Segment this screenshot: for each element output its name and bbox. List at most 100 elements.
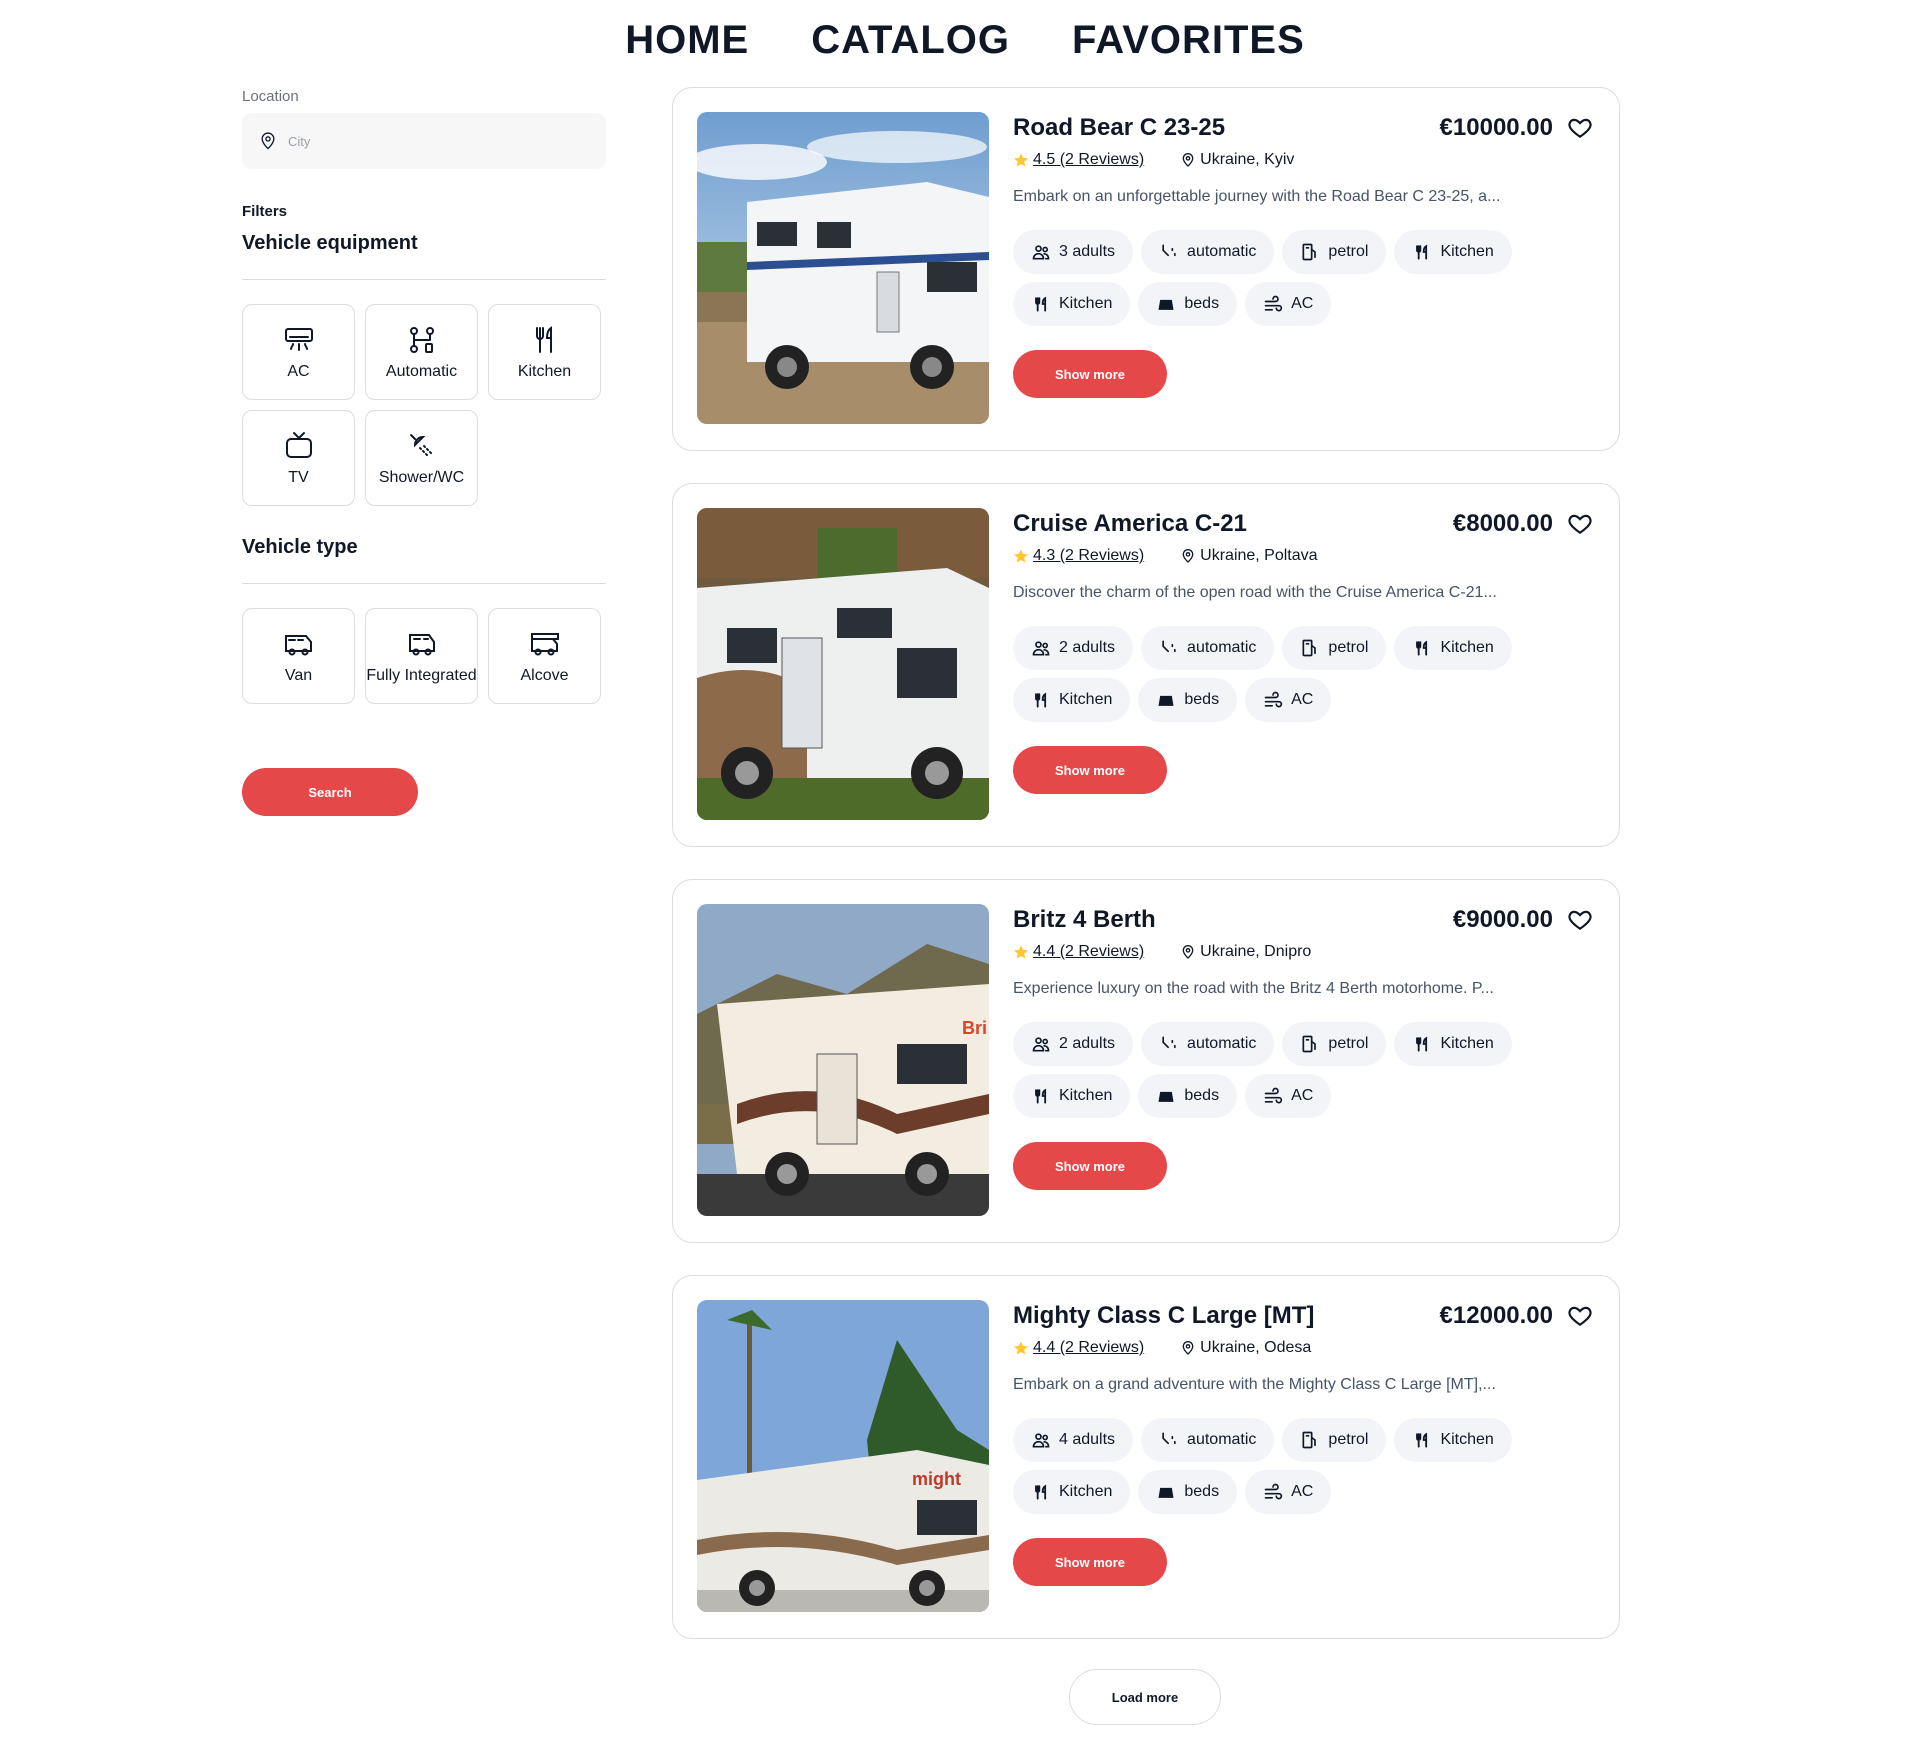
divider xyxy=(242,583,606,584)
kitchen-icon xyxy=(535,325,552,353)
equipment-label: Shower/WC xyxy=(378,468,465,486)
wind-icon xyxy=(1264,1483,1283,1500)
nav-favorites[interactable]: FAVORITES xyxy=(1072,18,1305,63)
heart-icon[interactable] xyxy=(1567,1303,1593,1329)
svg-text:Bri: Bri xyxy=(962,1018,987,1038)
show-more-button[interactable]: Show more xyxy=(1013,1538,1167,1586)
transmission-icon xyxy=(1162,244,1176,257)
chip-label: AC xyxy=(1291,295,1314,312)
chip-label: beds xyxy=(1184,1087,1220,1104)
fuel-icon xyxy=(1302,1035,1317,1053)
fuel-icon xyxy=(1302,243,1317,261)
chip-label: 2 adults xyxy=(1059,1035,1116,1052)
chip-label: automatic xyxy=(1187,639,1257,656)
camper-location: Ukraine, Kyiv xyxy=(1200,151,1295,168)
chip-label: beds xyxy=(1184,295,1220,312)
users-icon xyxy=(1032,1433,1050,1448)
map-pin-icon xyxy=(1182,549,1194,563)
chip-label: Kitchen xyxy=(1059,691,1113,708)
type-alcove[interactable]: Alcove xyxy=(488,608,601,704)
camper-location: Ukraine, Dnipro xyxy=(1200,943,1312,960)
load-more-button[interactable]: Load more xyxy=(1069,1669,1221,1725)
rating-link[interactable]: 4.4 (2 Reviews) xyxy=(1033,943,1144,961)
camper-photo xyxy=(697,508,989,820)
map-pin-icon xyxy=(1182,945,1194,959)
kitchen-icon xyxy=(1416,1432,1428,1448)
chip-kitchen: Kitchen xyxy=(1394,230,1512,274)
ac-icon xyxy=(284,327,313,351)
bed-icon xyxy=(1158,1091,1174,1102)
chip-transmission: automatic xyxy=(1141,1022,1275,1066)
transmission-icon xyxy=(1162,1432,1176,1445)
divider xyxy=(242,279,606,280)
chip-adults: 2 adults xyxy=(1013,1022,1134,1066)
chip-ac: AC xyxy=(1245,1074,1332,1118)
chip-label: Kitchen xyxy=(1059,295,1113,312)
chip-label: automatic xyxy=(1187,1431,1257,1448)
nav-home[interactable]: HOME xyxy=(625,18,749,63)
chip-label: Kitchen xyxy=(1059,1483,1113,1500)
equipment-title: Vehicle equipment xyxy=(242,232,418,254)
chip-label: Kitchen xyxy=(1440,1431,1494,1448)
camper-price: €9000.00 xyxy=(1452,906,1553,933)
camper-location: Ukraine, Poltava xyxy=(1200,547,1318,564)
equipment-automatic[interactable]: Automatic xyxy=(365,304,478,400)
chip-label: automatic xyxy=(1187,243,1257,260)
users-icon xyxy=(1032,1037,1050,1052)
location-input[interactable] xyxy=(288,133,588,149)
chip-engine: petrol xyxy=(1282,1022,1387,1066)
show-more-button[interactable]: Show more xyxy=(1013,350,1167,398)
heart-icon[interactable] xyxy=(1567,907,1593,933)
equipment-grid: AC Automatic Kitchen TV Shower/WC xyxy=(242,304,606,506)
kitchen-icon xyxy=(1035,1088,1047,1104)
heart-icon[interactable] xyxy=(1567,115,1593,141)
rating-link[interactable]: 4.4 (2 Reviews) xyxy=(1033,1339,1144,1357)
chip-engine: petrol xyxy=(1282,230,1387,274)
map-pin-icon xyxy=(1182,1341,1194,1355)
rating-link[interactable]: 4.3 (2 Reviews) xyxy=(1033,547,1144,565)
camper-photo: Bri xyxy=(697,904,989,1216)
map-pin-icon xyxy=(261,132,275,150)
equipment-ac[interactable]: AC xyxy=(242,304,355,400)
camper-photo: might xyxy=(697,1300,989,1612)
kitchen-icon xyxy=(1416,640,1428,656)
chip-beds: beds xyxy=(1138,1470,1238,1514)
bed-icon xyxy=(1158,695,1174,706)
equipment-tv[interactable]: TV xyxy=(242,410,355,506)
type-fully-integrated[interactable]: Fully Integrated xyxy=(365,608,478,704)
rating-link[interactable]: 4.5 (2 Reviews) xyxy=(1033,151,1144,169)
chip-label: beds xyxy=(1184,691,1220,708)
card-body: Cruise America C-21 €8000.00 4.3 (2 Revi… xyxy=(1013,508,1593,822)
kitchen-icon xyxy=(1416,244,1428,260)
filters-sidebar: Location Filters Vehicle equipment AC Au… xyxy=(242,88,606,816)
show-more-button[interactable]: Show more xyxy=(1013,1142,1167,1190)
chip-label: petrol xyxy=(1328,639,1369,656)
wind-icon xyxy=(1264,295,1283,312)
heart-icon[interactable] xyxy=(1567,511,1593,537)
type-van[interactable]: Van xyxy=(242,608,355,704)
camper-title: Britz 4 Berth xyxy=(1013,906,1156,933)
chip-beds: beds xyxy=(1138,282,1238,326)
chip-label: beds xyxy=(1184,1483,1220,1500)
filters-label: Filters xyxy=(242,203,288,220)
chip-engine: petrol xyxy=(1282,1418,1387,1462)
transmission-icon xyxy=(409,326,434,353)
equipment-shower[interactable]: Shower/WC xyxy=(365,410,478,506)
location-field[interactable] xyxy=(242,113,606,169)
search-button[interactable]: Search xyxy=(242,768,418,816)
chip-label: AC xyxy=(1291,1483,1314,1500)
equipment-kitchen[interactable]: Kitchen xyxy=(488,304,601,400)
card-body: Road Bear C 23-25 €10000.00 4.5 (2 Revie… xyxy=(1013,112,1593,426)
nav-catalog[interactable]: CATALOG xyxy=(811,18,1010,63)
shower-icon xyxy=(409,433,432,456)
camper-photo xyxy=(697,112,989,424)
kitchen-icon xyxy=(1035,296,1047,312)
feature-chips: 2 adults automatic petrol Kitchen Kitche… xyxy=(1013,626,1593,722)
chip-label: Kitchen xyxy=(1440,1035,1494,1052)
camper-title: Road Bear C 23-25 xyxy=(1013,114,1226,141)
chip-transmission: automatic xyxy=(1141,230,1275,274)
chip-label: 2 adults xyxy=(1059,639,1116,656)
top-nav: HOME CATALOG FAVORITES xyxy=(0,18,1920,63)
show-more-button[interactable]: Show more xyxy=(1013,746,1167,794)
chip-ac: AC xyxy=(1245,678,1332,722)
